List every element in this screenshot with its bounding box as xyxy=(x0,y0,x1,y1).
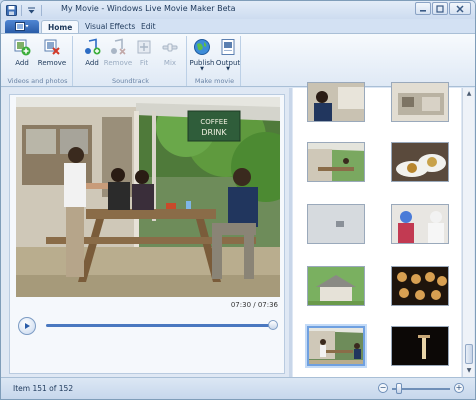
add-videos-button[interactable]: Add xyxy=(9,38,35,67)
maximize-icon xyxy=(436,4,444,13)
close-icon xyxy=(456,4,464,13)
minimize-icon xyxy=(420,9,426,12)
remove-music-label: Remove xyxy=(103,59,133,67)
minimize-button[interactable] xyxy=(415,2,431,15)
video-frame-image: COFFEE DRINK xyxy=(16,97,280,297)
dropdown-icon[interactable] xyxy=(25,4,38,17)
storyboard-clip[interactable] xyxy=(307,142,365,182)
play-button[interactable] xyxy=(18,317,36,335)
preview-pane: COFFEE DRINK 07:30 / 07:36 xyxy=(9,94,285,374)
playback-time: 07:30 / 07:36 xyxy=(230,301,278,309)
scroll-down-icon[interactable]: ▼ xyxy=(465,367,473,375)
sign-line-1: COFFEE xyxy=(200,118,227,126)
seek-bar[interactable] xyxy=(46,324,276,327)
storyboard-clip[interactable] xyxy=(307,82,365,122)
storyboard-clip[interactable] xyxy=(391,82,449,122)
maximize-button[interactable] xyxy=(432,2,448,15)
fit-label: Fit xyxy=(139,59,149,67)
fit-icon xyxy=(137,40,151,54)
remove-video-label: Remove xyxy=(37,59,67,67)
add-music-button[interactable]: Add xyxy=(79,38,105,67)
storyboard-clip[interactable] xyxy=(391,326,449,366)
chevron-down-icon: ▼ xyxy=(200,66,204,72)
mix-music-button[interactable]: Mix xyxy=(157,38,183,67)
ribbon-tabs: Home Visual Effects Edit xyxy=(1,19,475,33)
storyboard-clip[interactable] xyxy=(391,142,449,182)
group-label-make-movie: Make movie xyxy=(194,77,235,85)
add-music-label: Add xyxy=(85,59,99,67)
close-button[interactable] xyxy=(449,2,471,15)
window-controls xyxy=(415,2,471,15)
add-video-icon xyxy=(14,39,31,56)
scrollbar-thumb[interactable] xyxy=(465,344,473,364)
fit-music-button[interactable]: Fit xyxy=(131,38,157,67)
scroll-up-icon[interactable]: ▲ xyxy=(465,90,473,98)
tab-home[interactable]: Home xyxy=(41,20,80,33)
seek-handle[interactable] xyxy=(267,320,278,330)
toolbar-separator xyxy=(41,4,42,16)
toolbar-separator xyxy=(21,4,22,16)
item-count-status: Item 151 of 152 xyxy=(13,384,74,393)
zoom-in-icon[interactable]: + xyxy=(454,383,464,393)
output-icon xyxy=(221,39,235,55)
zoom-slider-handle[interactable] xyxy=(395,383,402,394)
storyboard-clip-selected[interactable] xyxy=(307,326,365,366)
remove-music-icon xyxy=(111,38,126,55)
quick-access-toolbar xyxy=(5,3,42,17)
application-menu-button[interactable] xyxy=(5,20,39,33)
save-icon[interactable] xyxy=(5,4,18,17)
chevron-down-icon: ▼ xyxy=(226,66,230,72)
window-title: My Movie - Windows Live Movie Maker Beta xyxy=(61,4,236,13)
storyboard-clip[interactable] xyxy=(391,266,449,306)
storyboard-scrollbar[interactable]: ▲ ▼ xyxy=(462,88,474,377)
movie-maker-window: My Movie - Windows Live Movie Maker Beta… xyxy=(0,0,476,400)
group-soundtrack: Add Remove Fit Mix Soundtrack xyxy=(75,36,187,86)
globe-icon xyxy=(194,39,210,55)
title-bar: My Movie - Windows Live Movie Maker Beta xyxy=(1,1,475,19)
add-music-icon xyxy=(85,38,101,55)
mix-label: Mix xyxy=(163,59,177,67)
zoom-out-icon[interactable]: − xyxy=(378,383,388,393)
remove-music-button[interactable]: Remove xyxy=(103,38,133,67)
group-videos-and-photos: Add Remove Videos and photos xyxy=(3,36,73,86)
output-button[interactable]: Output ▼ xyxy=(215,38,241,72)
status-bar: Item 151 of 152 − + xyxy=(1,377,475,399)
tab-visual-effects[interactable]: Visual Effects xyxy=(79,20,141,33)
add-videos-label: Add xyxy=(15,59,29,67)
group-make-movie: Publish ▼ Output ▼ Make movie xyxy=(189,36,241,86)
storyboard-clip[interactable] xyxy=(307,204,365,244)
pane-splitter[interactable] xyxy=(289,88,292,377)
remove-video-button[interactable]: Remove xyxy=(37,38,67,67)
group-label-videos: Videos and photos xyxy=(7,77,68,85)
main-area: COFFEE DRINK 07:30 / 07:36 ▲ ▼ xyxy=(1,82,475,377)
storyboard-clip[interactable] xyxy=(391,204,449,244)
play-icon xyxy=(25,323,30,329)
mix-icon xyxy=(162,43,178,52)
application-menu-icon xyxy=(15,22,29,31)
storyboard-pane xyxy=(293,82,461,377)
group-label-soundtrack: Soundtrack xyxy=(111,77,149,85)
sign-line-2: DRINK xyxy=(201,128,227,137)
storyboard-clip[interactable] xyxy=(307,266,365,306)
publish-button[interactable]: Publish ▼ xyxy=(189,38,215,72)
tab-edit[interactable]: Edit xyxy=(135,20,162,33)
ribbon: Add Remove Videos and photos Add Remove … xyxy=(1,33,475,87)
remove-video-icon xyxy=(44,39,60,55)
video-preview[interactable]: COFFEE DRINK xyxy=(16,97,280,297)
